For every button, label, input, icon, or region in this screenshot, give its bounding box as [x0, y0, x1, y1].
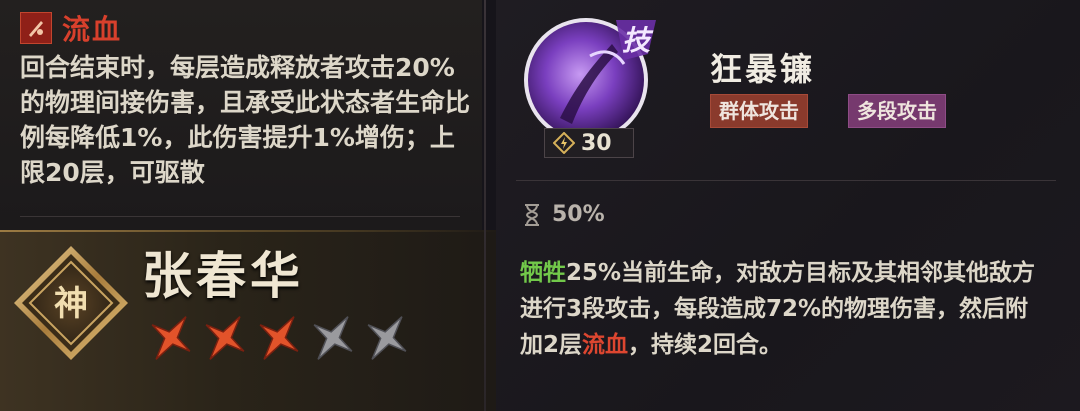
rank-badge: 神: [12, 244, 130, 362]
keyword-bleed: 流血: [582, 332, 629, 358]
divider: [516, 180, 1056, 181]
cooldown-value: 50%: [552, 202, 605, 227]
effect-header: 流血: [20, 8, 122, 48]
rank-glyph: 神: [54, 284, 88, 324]
keyword-sacrifice: 牺牲: [520, 260, 566, 286]
skill-panel: 技 30 狂暴镰 群体攻击 多段攻击 50% 牺牲25%当前生命，对敌方目标及其…: [496, 0, 1080, 411]
character-card[interactable]: 神 张春华: [0, 230, 500, 411]
star-filled-icon: [151, 316, 191, 360]
character-name: 张春华: [142, 247, 304, 305]
cost-value: 30: [581, 130, 612, 156]
energy-icon: [553, 132, 575, 154]
star-rating: [146, 308, 412, 368]
star-filled-icon: [205, 316, 245, 360]
cooldown-row: 50%: [522, 202, 605, 227]
blood-slash-icon: [20, 12, 52, 44]
skill-description: 牺牲25%当前生命，对敌方目标及其相邻其他敌方进行3段攻击，每段造成72%的物理…: [520, 255, 1040, 363]
effect-name: 流血: [62, 13, 123, 46]
skill-name: 狂暴镰: [710, 50, 816, 88]
panel-divider: [484, 0, 486, 411]
hourglass-icon: [525, 203, 539, 226]
star-empty-icon: [313, 316, 353, 360]
effect-description: 回合结束时，每层造成释放者攻击20%的物理间接伤害，且承受此状态者生命比例每降低…: [20, 53, 471, 187]
skill-type-glyph: 技: [622, 24, 654, 57]
skill-desc-text-2: ，持续2回合。: [628, 332, 783, 358]
star-empty-icon: [367, 316, 407, 360]
skill-cost: 30: [544, 128, 634, 158]
divider: [20, 216, 460, 217]
star-filled-icon: [259, 316, 299, 360]
tag-aoe: 群体攻击: [710, 94, 808, 128]
status-effect-panel: 流血 回合结束时，每层造成释放者攻击20%的物理间接伤害，且承受此状态者生命比例…: [0, 0, 482, 230]
tag-multi-hit: 多段攻击: [848, 94, 946, 128]
